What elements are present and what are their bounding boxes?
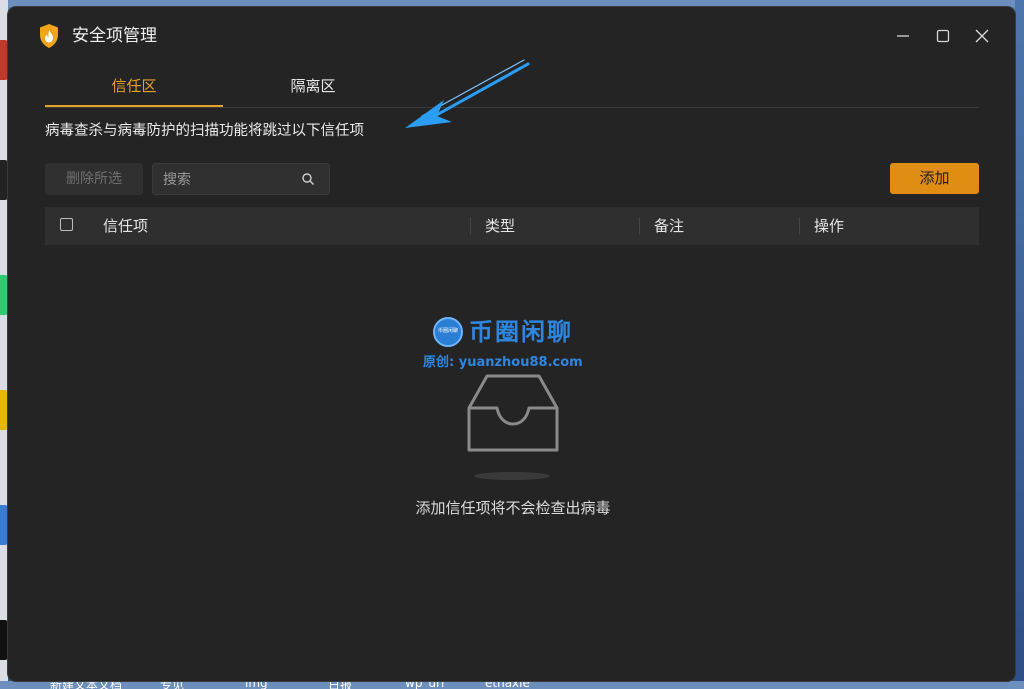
zone-tabs: 信任区 隔离区 xyxy=(45,71,979,108)
close-icon xyxy=(975,29,989,43)
desktop-app-icon[interactable] xyxy=(0,620,8,660)
desktop-icon-label[interactable]: img xyxy=(245,681,268,689)
minimize-button[interactable] xyxy=(888,21,918,51)
title-bar[interactable]: 安全项管理 xyxy=(8,7,1015,63)
security-items-window: 安全项管理 信任区 隔离区 病毒查杀与病毒防护的扫描功能将跳过以下信任项 删除所… xyxy=(8,7,1015,681)
desktop-app-icon[interactable] xyxy=(0,275,8,315)
desktop-icon-labels: 新建文本文档 专见 img 日报 wp_url ethaxie xyxy=(0,681,1024,689)
search-input[interactable] xyxy=(153,164,305,196)
watermark-badge-text: 币圈闲聊 xyxy=(437,328,458,334)
desktop-icon-label[interactable]: 日报 xyxy=(328,681,352,689)
watermark-title: 币圈闲聊 xyxy=(469,317,573,346)
trust-zone-description: 病毒查杀与病毒防护的扫描功能将跳过以下信任项 xyxy=(45,123,364,139)
tab-quarantine-zone[interactable]: 隔离区 xyxy=(245,71,381,105)
empty-inbox-icon xyxy=(467,374,559,452)
desktop-top-strip xyxy=(0,0,1024,7)
empty-icon-shadow xyxy=(474,472,550,480)
delete-selected-button[interactable]: 删除所选 xyxy=(45,163,143,195)
column-header-type: 类型 xyxy=(485,217,516,235)
shield-flame-icon xyxy=(40,24,58,48)
select-all-checkbox[interactable] xyxy=(60,218,73,231)
minimize-icon xyxy=(897,35,909,37)
column-header-action: 操作 xyxy=(814,217,845,235)
column-divider[interactable] xyxy=(799,217,800,235)
tab-trust-zone[interactable]: 信任区 xyxy=(45,71,223,107)
column-divider[interactable] xyxy=(470,217,471,235)
maximize-button[interactable] xyxy=(928,21,958,51)
desktop-qq-icon[interactable] xyxy=(0,160,8,200)
column-header-note: 备注 xyxy=(654,217,685,235)
column-header-trust-item: 信任项 xyxy=(103,217,149,235)
watermark: 币圈闲聊 币圈闲聊 原创: yuanzhou88.com xyxy=(423,315,623,381)
watermark-badge: 币圈闲聊 xyxy=(433,317,463,347)
close-button[interactable] xyxy=(967,21,997,51)
column-divider[interactable] xyxy=(639,217,640,235)
search-icon[interactable] xyxy=(301,172,315,186)
desktop-icon-label[interactable]: ethaxie xyxy=(485,681,530,689)
desktop-icon-label[interactable]: 专见 xyxy=(160,681,184,689)
desktop-left-strip xyxy=(0,0,8,689)
table-header: 信任项 类型 备注 操作 xyxy=(45,207,979,245)
desktop-app-icon[interactable] xyxy=(0,505,8,545)
window-title: 安全项管理 xyxy=(72,26,157,46)
desktop-right-strip xyxy=(1015,0,1024,689)
desktop-app-icon[interactable] xyxy=(0,390,8,430)
search-box xyxy=(152,163,330,196)
add-button[interactable]: 添加 xyxy=(890,163,979,194)
empty-state-message: 添加信任项将不会检查出病毒 xyxy=(415,499,611,517)
desktop-icon-label[interactable]: wp_url xyxy=(405,681,444,689)
maximize-icon xyxy=(936,29,950,43)
desktop-icon-label[interactable]: 新建文本文档 xyxy=(50,681,122,689)
desktop-app-icon[interactable] xyxy=(0,40,8,80)
watermark-subtitle: 原创: yuanzhou88.com xyxy=(423,355,583,370)
